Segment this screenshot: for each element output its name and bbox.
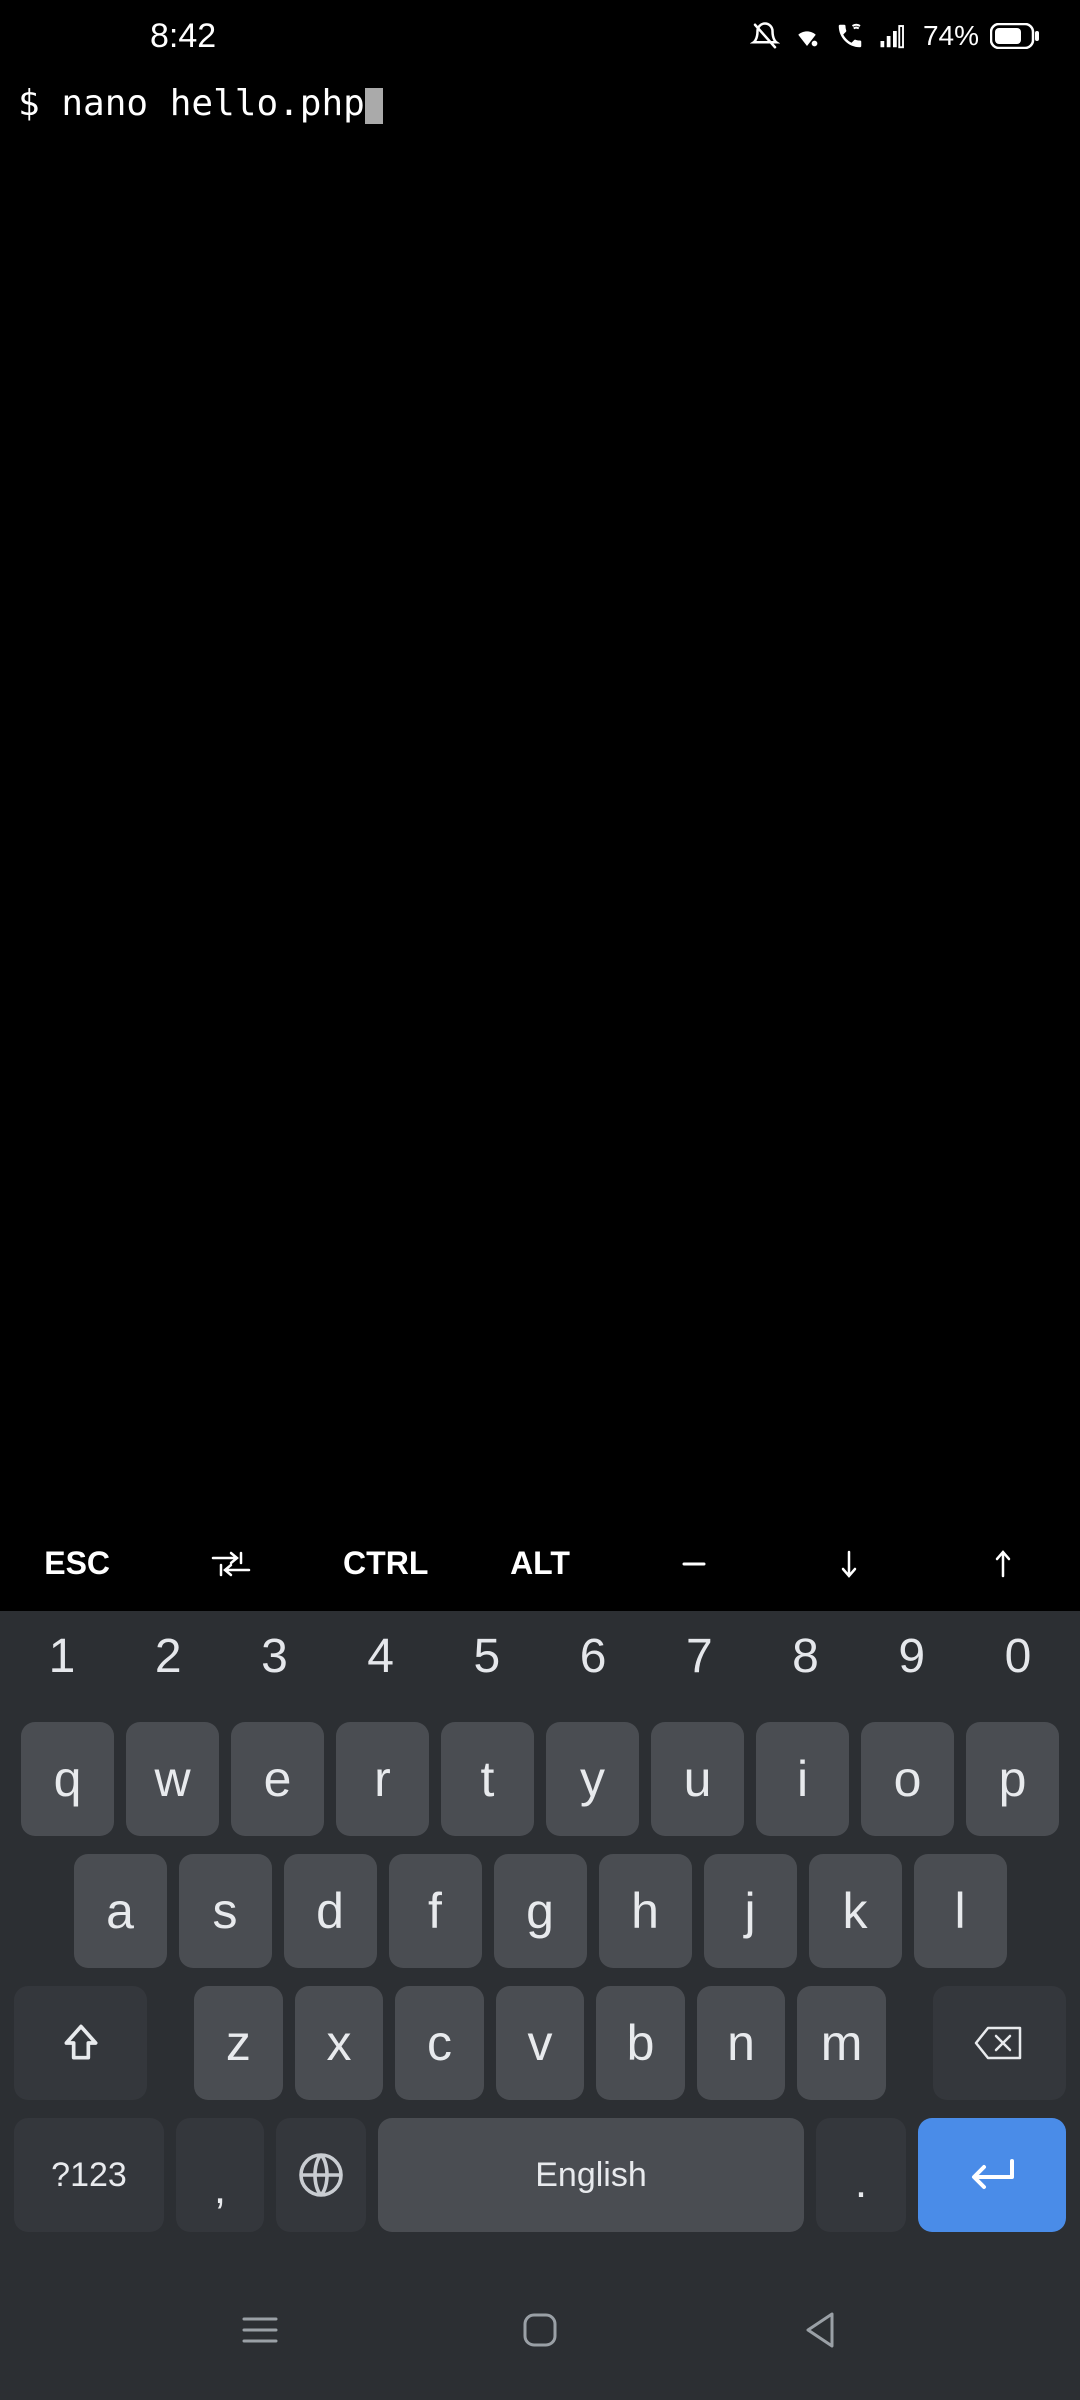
terminal-area[interactable]: $ nano hello.php xyxy=(0,72,1080,1516)
key-i[interactable]: i xyxy=(756,1722,849,1836)
terminal-line: $ nano hello.php xyxy=(18,83,383,124)
key-e[interactable]: e xyxy=(231,1722,324,1836)
terminal-command: nano hello.php xyxy=(61,83,364,124)
minus-key[interactable] xyxy=(617,1529,771,1599)
symbols-key[interactable]: ?123 xyxy=(14,2118,164,2232)
key-s[interactable]: s xyxy=(179,1854,272,1968)
key-9[interactable]: 9 xyxy=(882,1629,942,1684)
key-w[interactable]: w xyxy=(126,1722,219,1836)
key-f[interactable]: f xyxy=(389,1854,482,1968)
key-7[interactable]: 7 xyxy=(669,1629,729,1684)
key-n[interactable]: n xyxy=(697,1986,786,2100)
key-k[interactable]: k xyxy=(809,1854,902,1968)
back-button[interactable] xyxy=(790,2300,850,2360)
key-6[interactable]: 6 xyxy=(563,1629,623,1684)
key-5[interactable]: 5 xyxy=(457,1629,517,1684)
key-2[interactable]: 2 xyxy=(138,1629,198,1684)
battery-icon xyxy=(990,23,1040,49)
alt-key[interactable]: ALT xyxy=(463,1525,617,1602)
key-p[interactable]: p xyxy=(966,1722,1059,1836)
terminal-fn-row: ESC CTRL ALT xyxy=(0,1516,1080,1611)
status-bar: 8:42 74 xyxy=(0,0,1080,72)
key-row-3: z x c v b n m xyxy=(14,1986,1066,2100)
esc-key[interactable]: ESC xyxy=(0,1525,154,1602)
key-3[interactable]: 3 xyxy=(244,1629,304,1684)
status-icons: 74% xyxy=(750,20,1040,52)
wifi-calling-icon xyxy=(834,21,866,51)
key-m[interactable]: m xyxy=(797,1986,886,2100)
backspace-key[interactable] xyxy=(933,1986,1066,2100)
key-v[interactable]: v xyxy=(496,1986,585,2100)
shift-key[interactable] xyxy=(14,1986,147,2100)
key-x[interactable]: x xyxy=(295,1986,384,2100)
key-h[interactable]: h xyxy=(599,1854,692,1968)
enter-key[interactable] xyxy=(918,2118,1066,2232)
status-time: 8:42 xyxy=(150,17,216,56)
navigation-bar xyxy=(0,2270,1080,2400)
soft-keyboard: 1 2 3 4 5 6 7 8 9 0 q w e r t y u i o p … xyxy=(0,1611,1080,2270)
key-8[interactable]: 8 xyxy=(776,1629,836,1684)
key-a[interactable]: a xyxy=(74,1854,167,1968)
key-1[interactable]: 1 xyxy=(32,1629,92,1684)
key-row-1: q w e r t y u i o p xyxy=(14,1722,1066,1836)
key-b[interactable]: b xyxy=(596,1986,685,2100)
battery-percentage: 74% xyxy=(923,20,979,52)
home-button[interactable] xyxy=(510,2300,570,2360)
key-row-bottom: ?123 , English . xyxy=(14,2118,1066,2232)
key-row-2: a s d f g h j k l xyxy=(14,1854,1066,1968)
key-z[interactable]: z xyxy=(194,1986,283,2100)
arrow-up-key[interactable] xyxy=(926,1529,1080,1599)
language-key[interactable] xyxy=(276,2118,366,2232)
key-l[interactable]: l xyxy=(914,1854,1007,1968)
terminal-prompt: $ xyxy=(18,83,40,124)
key-t[interactable]: t xyxy=(441,1722,534,1836)
key-q[interactable]: q xyxy=(21,1722,114,1836)
key-d[interactable]: d xyxy=(284,1854,377,1968)
key-o[interactable]: o xyxy=(861,1722,954,1836)
space-key[interactable]: English xyxy=(378,2118,804,2232)
key-0[interactable]: 0 xyxy=(988,1629,1048,1684)
signal-icon xyxy=(877,21,909,51)
key-g[interactable]: g xyxy=(494,1854,587,1968)
terminal-cursor xyxy=(365,88,383,124)
tab-key[interactable] xyxy=(154,1530,308,1598)
key-r[interactable]: r xyxy=(336,1722,429,1836)
key-y[interactable]: y xyxy=(546,1722,639,1836)
arrow-down-key[interactable] xyxy=(771,1529,925,1599)
key-c[interactable]: c xyxy=(395,1986,484,2100)
recents-button[interactable] xyxy=(230,2300,290,2360)
key-j[interactable]: j xyxy=(704,1854,797,1968)
dot-key[interactable]: . xyxy=(816,2118,906,2232)
ctrl-key[interactable]: CTRL xyxy=(309,1525,463,1602)
number-row: 1 2 3 4 5 6 7 8 9 0 xyxy=(14,1629,1066,1684)
bell-off-icon xyxy=(750,21,780,51)
key-u[interactable]: u xyxy=(651,1722,744,1836)
key-4[interactable]: 4 xyxy=(351,1629,411,1684)
comma-key[interactable]: , xyxy=(176,2118,264,2232)
wifi-icon xyxy=(791,21,823,51)
